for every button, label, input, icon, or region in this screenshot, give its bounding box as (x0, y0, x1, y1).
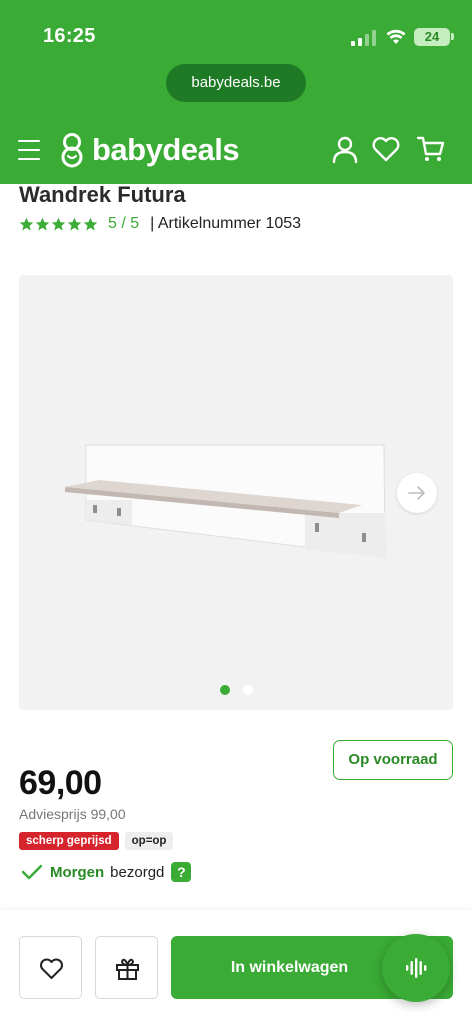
delivery-status: bezorgd (110, 863, 165, 881)
product-title: Wandrek Futura (19, 182, 186, 207)
star-icon (67, 217, 82, 230)
cellular-signal-icon (351, 30, 376, 46)
star-icon (19, 217, 34, 230)
stock-badge: Op voorraad (333, 740, 453, 780)
babydeals-logo[interactable]: babydeals (58, 130, 240, 170)
rating-row[interactable]: 5 / 5 | Artikelnummer 1053 (19, 213, 301, 235)
delivery-info: Morgen bezorgd ? (21, 861, 192, 883)
battery-tip (451, 33, 454, 40)
pagination-dot[interactable] (243, 685, 253, 695)
tag-sharp-price: scherp geprijsd (19, 832, 119, 850)
status-time: 16:25 (43, 25, 96, 47)
product-image (65, 444, 386, 558)
top-bar: 16:25 24 babydeals.be babydeals (0, 0, 472, 184)
rating-stars (19, 217, 99, 232)
logo-mark-icon (61, 133, 83, 168)
price: 69,00 (19, 764, 102, 802)
menu-icon[interactable] (18, 140, 40, 162)
delivery-when: Morgen (50, 863, 105, 881)
cart-icon[interactable] (416, 134, 446, 164)
soundwave-icon (406, 958, 427, 978)
article-number: | Artikelnummer 1053 (150, 215, 302, 232)
rating-score: 5 / 5 (108, 215, 140, 232)
status-bar: 16:25 24 (0, 0, 472, 64)
star-icon (83, 217, 98, 230)
heart-icon (40, 958, 63, 979)
product-image-gallery[interactable] (19, 275, 453, 710)
gallery-next-button[interactable] (397, 473, 437, 513)
wishlist-button[interactable] (19, 936, 82, 999)
gift-button[interactable] (95, 936, 158, 999)
pagination-dot-active[interactable] (220, 685, 230, 695)
logo-text: babydeals (92, 132, 240, 167)
wifi-icon (386, 29, 406, 44)
tag-op-op: op=op (124, 832, 174, 850)
account-icon[interactable] (330, 134, 360, 164)
gift-icon (116, 958, 139, 980)
advice-price: Adviesprijs 99,00 (19, 806, 126, 822)
price-tags: scherp geprijsd op=op (19, 832, 179, 850)
gallery-pagination (220, 685, 266, 695)
star-icon (35, 217, 50, 230)
url-bar[interactable]: babydeals.be (166, 64, 306, 102)
arrow-right-icon (408, 486, 425, 500)
delivery-help-button[interactable]: ? (171, 862, 192, 882)
heart-icon[interactable] (371, 134, 401, 164)
voice-assistant-button[interactable] (382, 934, 450, 1002)
check-icon (21, 864, 43, 880)
star-icon (51, 217, 66, 230)
battery-indicator: 24 (414, 28, 450, 46)
